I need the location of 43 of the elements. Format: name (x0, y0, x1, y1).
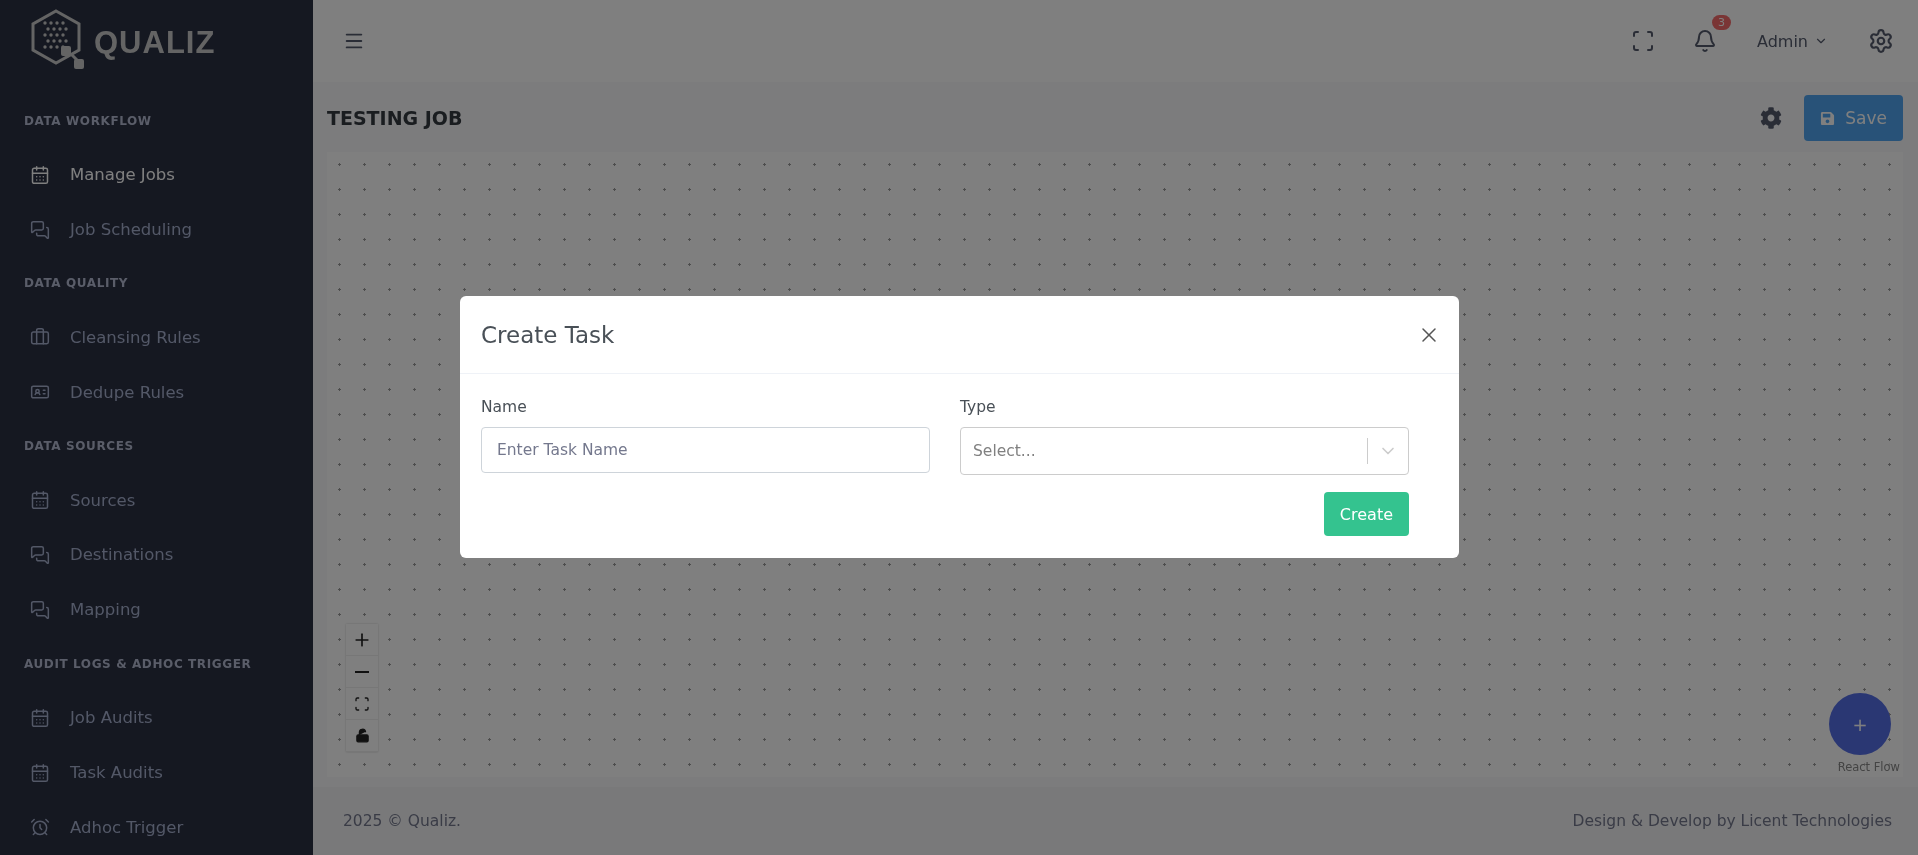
calendar-icon (30, 490, 50, 511)
user-menu[interactable]: Admin (1751, 30, 1834, 52)
add-node-button[interactable]: + (1829, 693, 1891, 755)
calendar-icon (30, 164, 50, 185)
sidebar-section-title: DATA WORKFLOW (23, 112, 153, 130)
save-button[interactable]: Save (1804, 95, 1903, 141)
calendar-icon (30, 762, 50, 783)
sidebar-item[interactable]: Task Audits (0, 745, 313, 801)
brand-name: QUALIZ (94, 25, 216, 61)
page-title: TESTING JOB (327, 107, 463, 129)
sidebar-item[interactable]: Job Audits (0, 690, 313, 746)
dialog-title: Create Task (481, 321, 615, 348)
sidebar-item[interactable]: Dedupe Rules (0, 364, 313, 420)
corners-icon (354, 695, 370, 712)
sidebar-item[interactable]: Mapping (0, 582, 313, 638)
notification-count: 3 (1712, 15, 1731, 30)
calendar-icon (30, 707, 50, 728)
copyright-text: 2025 © Qualiz. (343, 812, 461, 830)
chat-icon (30, 599, 50, 620)
fit-view-button[interactable] (346, 688, 378, 720)
lock-button[interactable] (346, 720, 378, 752)
zoom-in-button[interactable] (346, 624, 378, 656)
sidebar-section-title: DATA SOURCES (23, 438, 135, 456)
chat-icon (30, 219, 50, 240)
minus-icon (355, 670, 369, 673)
chat-icon (30, 544, 50, 565)
create-button[interactable]: Create (1323, 492, 1409, 536)
name-input[interactable]: Enter Task Name (481, 427, 930, 473)
field-label: Name (481, 398, 528, 416)
zoom-out-button[interactable] (346, 656, 378, 688)
sidebar-section-title: AUDIT LOGS & ADHOC TRIGGER (23, 655, 253, 673)
type-select[interactable]: Select... (960, 427, 1409, 475)
sidebar-item[interactable]: Destinations (0, 527, 313, 583)
sidebar-item[interactable]: Cleansing Rules (0, 309, 313, 365)
alarm-clock-icon (30, 817, 50, 838)
sidebar-item[interactable]: Sources (0, 472, 313, 528)
sidebar-item[interactable]: Manage Jobs (0, 147, 313, 203)
sidebar-item[interactable]: Job Scheduling (0, 202, 313, 257)
field-label: Type (960, 398, 997, 416)
lock-icon (354, 728, 370, 743)
credits-text: Design & Develop by Licent Technologies (1572, 812, 1892, 830)
sidebar-item[interactable]: Adhoc Trigger (0, 800, 313, 855)
sidebar-section-title: DATA QUALITY (23, 275, 130, 293)
